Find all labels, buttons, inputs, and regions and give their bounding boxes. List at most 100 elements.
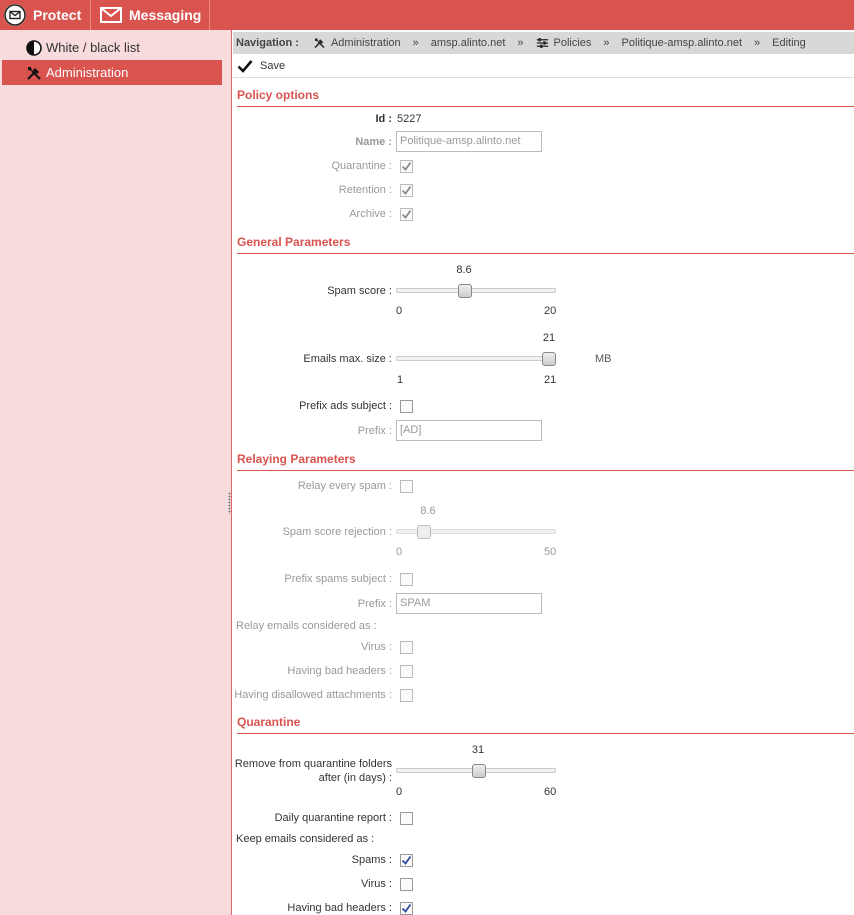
top-bar: Protect Messaging <box>0 0 854 30</box>
breadcrumb-separator: » <box>754 37 761 49</box>
slider-thumb[interactable] <box>542 352 556 366</box>
rejection-max: 50 <box>544 546 557 558</box>
sidebar: White / black list Administration <box>0 30 232 915</box>
prefix-ads-label: Prefix ads subject : <box>299 400 392 412</box>
max-size-value: 21 <box>542 332 556 344</box>
retention-label: Retention : <box>338 184 392 196</box>
prefix-ads-checkbox[interactable] <box>400 400 413 413</box>
section-title-quarantine: Quarantine <box>237 715 854 734</box>
breadcrumb-separator: » <box>412 37 419 49</box>
quarantine-label: Quarantine : <box>331 160 392 172</box>
relay-bad-headers-label: Having bad headers : <box>287 665 392 677</box>
sidebar-item-white-black-list[interactable]: White / black list <box>2 35 222 60</box>
max-size-unit: MB <box>595 353 612 365</box>
splitter-handle[interactable] <box>228 492 231 514</box>
sliders-icon <box>536 38 548 48</box>
sidebar-item-label: White / black list <box>46 40 140 55</box>
relay-disallowed-label: Having disallowed attachments : <box>234 689 392 701</box>
remove-min: 0 <box>396 786 403 798</box>
check-icon <box>237 59 253 73</box>
spam-score-max: 20 <box>544 305 557 317</box>
spam-score-label: Spam score : <box>327 285 392 297</box>
remove-max: 60 <box>544 786 557 798</box>
rejection-label: Spam score rejection : <box>282 526 392 538</box>
keep-considered-label: Keep emails considered as : <box>236 833 375 845</box>
rejection-value: 8.6 <box>420 505 436 517</box>
envelope-icon <box>100 7 122 23</box>
breadcrumb-administration[interactable]: Administration <box>331 37 401 49</box>
rejection-min: 0 <box>396 546 403 558</box>
breadcrumb-policy[interactable]: Politique-amsp.alinto.net <box>622 37 742 49</box>
id-value: 5227 <box>397 113 422 125</box>
main-content: Navigation : Administration » amsp.alint… <box>233 30 854 915</box>
save-label: Save <box>260 59 286 72</box>
retention-checkbox[interactable] <box>400 184 413 197</box>
archive-checkbox[interactable] <box>400 208 413 221</box>
relay-prefix-field[interactable]: SPAM <box>396 593 542 614</box>
prefix-label: Prefix : <box>357 425 392 437</box>
slider-track <box>396 288 556 293</box>
relay-virus-label: Virus : <box>361 641 392 653</box>
max-size-min: 1 <box>397 374 404 386</box>
relay-prefix-label: Prefix : <box>357 598 392 610</box>
sidebar-item-label: Administration <box>46 65 129 80</box>
archive-label: Archive : <box>349 208 392 220</box>
keep-spams-checkbox[interactable] <box>400 854 413 867</box>
breadcrumb-separator: » <box>517 37 524 49</box>
id-label: Id : <box>375 113 393 125</box>
daily-report-label: Daily quarantine report : <box>274 812 392 824</box>
keep-spams-label: Spams : <box>351 854 392 866</box>
quarantine-checkbox[interactable] <box>400 160 413 173</box>
tab-protect-label: Protect <box>33 7 82 23</box>
slider-thumb[interactable] <box>471 764 486 778</box>
rejection-slider[interactable] <box>396 525 556 539</box>
remove-days-slider[interactable] <box>396 764 556 778</box>
save-button[interactable]: Save <box>237 59 285 73</box>
toolbar: Save <box>233 54 854 78</box>
sidebar-item-administration[interactable]: Administration <box>2 60 222 85</box>
spam-score-value: 8.6 <box>456 264 472 276</box>
tab-messaging-label: Messaging <box>129 7 202 23</box>
relay-every-label: Relay every spam : <box>297 480 392 492</box>
daily-report-checkbox[interactable] <box>400 812 413 825</box>
relay-disallowed-checkbox[interactable] <box>400 689 413 702</box>
section-title-relaying: Relaying Parameters <box>237 452 854 471</box>
breadcrumb-label: Navigation : <box>236 37 299 49</box>
section-title-general: General Parameters <box>237 235 854 254</box>
tools-icon <box>27 67 41 80</box>
prefix-ads-field[interactable]: [AD] <box>396 420 542 441</box>
breadcrumb-separator: » <box>603 37 610 49</box>
half-circle-icon <box>26 40 42 56</box>
keep-virus-label: Virus : <box>361 878 392 890</box>
keep-bad-headers-label: Having bad headers : <box>287 902 392 914</box>
max-size-max: 21 <box>544 374 557 386</box>
remove-label-line-1: Remove from quarantine folders <box>234 758 392 770</box>
keep-virus-checkbox[interactable] <box>400 878 413 891</box>
remove-label-line-2: after (in days) : <box>318 772 392 784</box>
name-field[interactable]: Politique-amsp.alinto.net <box>396 131 542 152</box>
protect-icon <box>4 4 26 26</box>
prefix-spams-checkbox[interactable] <box>400 573 413 586</box>
tools-icon <box>314 38 325 49</box>
slider-thumb[interactable] <box>416 525 431 539</box>
relay-considered-label: Relay emails considered as : <box>236 620 377 632</box>
relay-every-checkbox[interactable] <box>400 480 413 493</box>
breadcrumb-domain[interactable]: amsp.alinto.net <box>431 37 506 49</box>
remove-value: 31 <box>471 744 485 756</box>
prefix-spams-label: Prefix spams subject : <box>284 573 392 585</box>
max-size-slider[interactable] <box>396 352 556 366</box>
section-title-policy-options: Policy options <box>237 88 854 107</box>
name-label: Name : <box>355 136 392 148</box>
tab-messaging[interactable]: Messaging <box>92 0 210 30</box>
relay-virus-checkbox[interactable] <box>400 641 413 654</box>
spam-score-slider[interactable] <box>396 284 556 298</box>
slider-track <box>396 356 556 361</box>
max-size-label: Emails max. size : <box>303 353 392 365</box>
slider-thumb[interactable] <box>457 284 472 298</box>
breadcrumb-policies[interactable]: Policies <box>554 37 592 49</box>
keep-bad-headers-checkbox[interactable] <box>400 902 413 915</box>
relay-bad-headers-checkbox[interactable] <box>400 665 413 678</box>
breadcrumb-editing: Editing <box>772 37 806 49</box>
tab-protect[interactable]: Protect <box>0 0 91 30</box>
breadcrumb: Navigation : Administration » amsp.alint… <box>233 32 854 54</box>
